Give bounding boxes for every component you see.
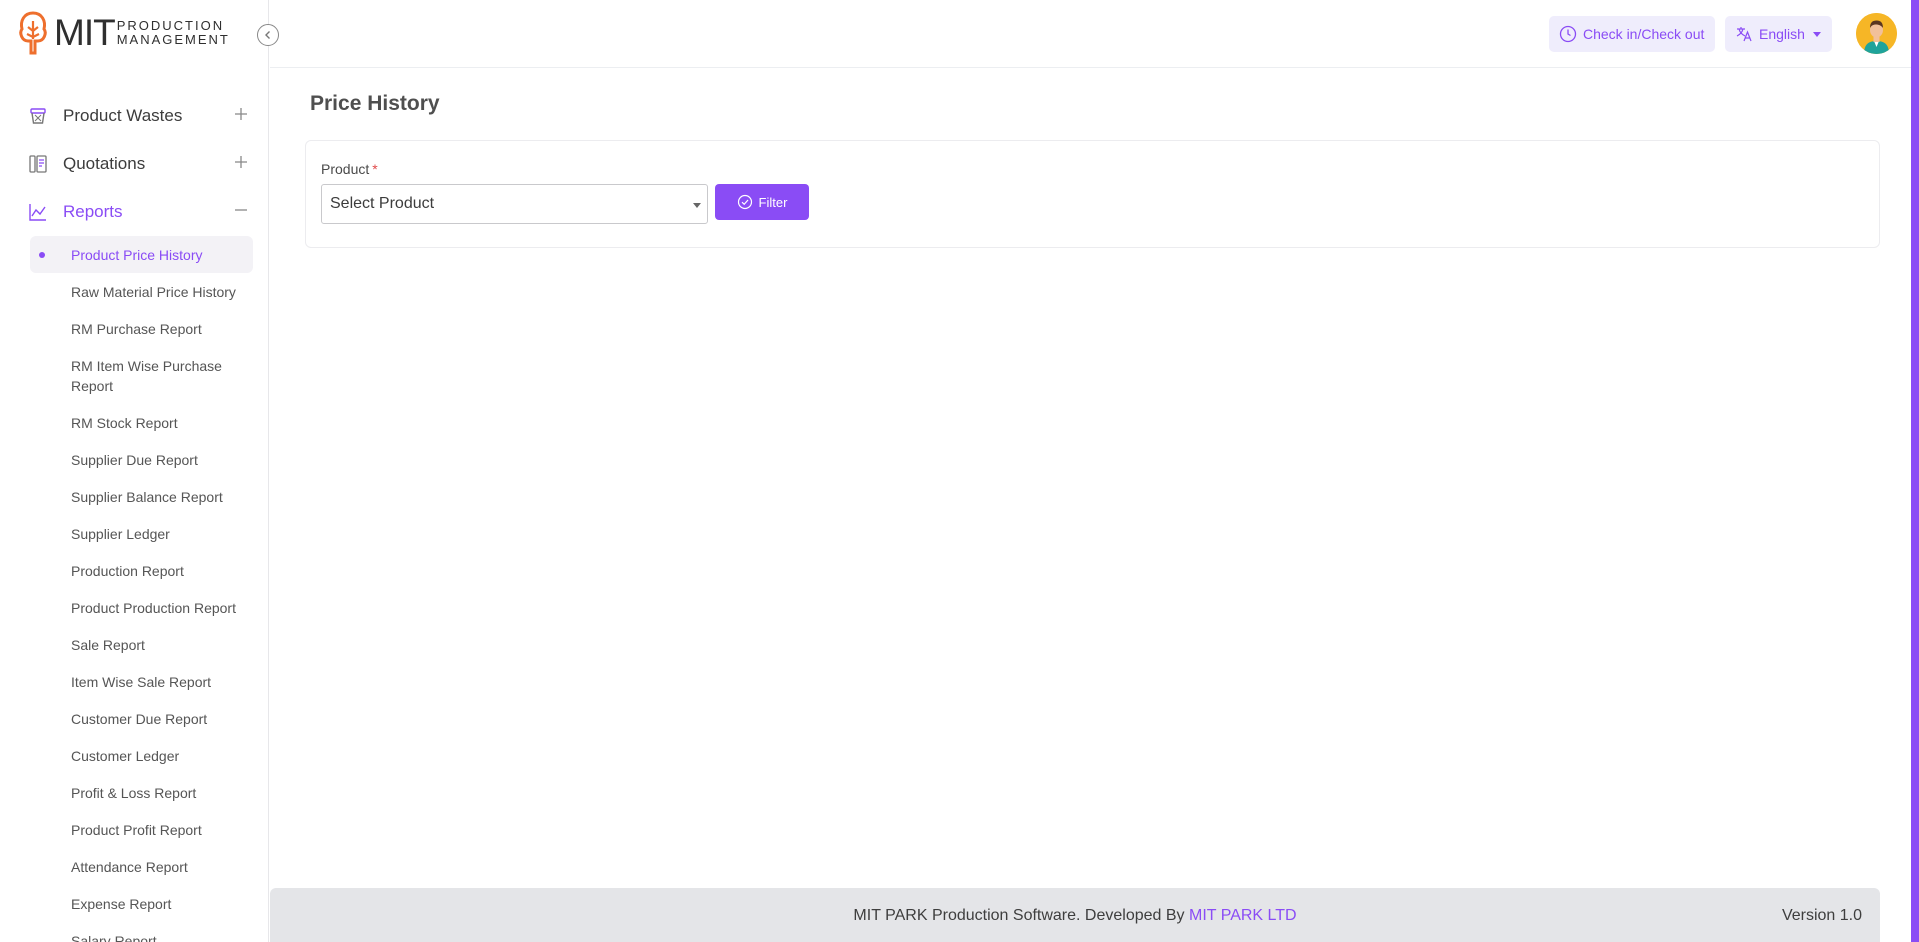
filter-card: Product * Select Product Filter [305, 140, 1880, 248]
logo-mit-text: MIT [54, 12, 116, 53]
sidebar-group-reports[interactable]: Reports [0, 188, 268, 236]
sidebar-item-customer-ledger[interactable]: Customer Ledger [0, 737, 268, 774]
minus-icon [235, 209, 247, 211]
sidebar-item-label: Expense Report [71, 895, 172, 912]
sidebar-group-label: Product Wastes [63, 106, 183, 125]
chart-icon [28, 202, 48, 222]
sidebar-group-label: Reports [63, 202, 123, 221]
sidebar-item-label: Attendance Report [71, 858, 188, 875]
sidebar-item-supplier-due-report[interactable]: Supplier Due Report [0, 441, 268, 478]
sidebar-item-label: Salary Report [71, 932, 157, 942]
logo-subtitle: PRODUCTION MANAGEMENT [117, 19, 230, 47]
sidebar-item-label: Supplier Due Report [71, 451, 198, 468]
sidebar: MIT PRODUCTION MANAGEMENT Product Wastes… [0, 0, 269, 942]
sidebar-item-rm-item-wise-purchase-report[interactable]: RM Item Wise Purchase Report [0, 347, 268, 404]
right-accent-bar [1911, 0, 1919, 942]
product-select-value: Select Product [330, 195, 435, 212]
person-avatar-icon [1856, 13, 1897, 54]
page-footer: MIT PARK Production Software. Developed … [270, 888, 1880, 942]
sidebar-item-attendance-report[interactable]: Attendance Report [0, 848, 268, 885]
sidebar-item-supplier-ledger[interactable]: Supplier Ledger [0, 515, 268, 552]
sidebar-item-label: Sale Report [71, 636, 145, 653]
active-dot-icon [39, 252, 45, 258]
sidebar-item-production-report[interactable]: Production Report [0, 552, 268, 589]
product-label-text: Product [321, 161, 370, 177]
sidebar-item-label: RM Purchase Report [71, 320, 202, 337]
filter-button-label: Filter [758, 194, 788, 210]
sidebar-item-sale-report[interactable]: Sale Report [0, 626, 268, 663]
sidebar-item-label: Customer Due Report [71, 710, 208, 727]
sidebar-item-product-price-history[interactable]: Product Price History [30, 236, 253, 273]
sidebar-group-product-wastes[interactable]: Product Wastes [0, 92, 268, 140]
sidebar-item-label: Production Report [71, 562, 184, 579]
sidebar-item-label: Product Production Report [71, 599, 236, 616]
sidebar-item-label: Supplier Ledger [71, 525, 170, 542]
footer-developer-link[interactable]: MIT PARK LTD [1189, 907, 1297, 924]
sidebar-item-label: Product Profit Report [71, 821, 202, 838]
caret-down-icon [1812, 31, 1821, 37]
document-icon [28, 154, 48, 174]
sidebar-item-supplier-balance-report[interactable]: Supplier Balance Report [0, 478, 268, 515]
clock-icon [1559, 25, 1577, 43]
check-in-out-button[interactable]: Check in/Check out [1549, 16, 1715, 52]
sidebar-item-customer-due-report[interactable]: Customer Due Report [0, 700, 268, 737]
sidebar-item-salary-report[interactable]: Salary Report [0, 922, 268, 942]
basket-icon [28, 106, 48, 126]
sidebar-item-label: RM Stock Report [71, 414, 178, 431]
check-circle-icon [737, 194, 752, 210]
language-dropdown[interactable]: English [1725, 16, 1832, 52]
footer-credit: MIT PARK Production Software. Developed … [270, 907, 1880, 925]
filter-button[interactable]: Filter [715, 184, 809, 220]
sidebar-item-label: Item Wise Sale Report [71, 673, 212, 690]
top-header: Check in/Check out English [270, 0, 1919, 68]
page-title: Price History [310, 92, 440, 115]
sidebar-item-product-production-report[interactable]: Product Production Report [0, 589, 268, 626]
sidebar-group-label: Quotations [63, 154, 146, 173]
sidebar-item-product-profit-report[interactable]: Product Profit Report [0, 811, 268, 848]
sidebar-collapse-button[interactable] [257, 24, 279, 46]
sidebar-item-rm-stock-report[interactable]: RM Stock Report [0, 404, 268, 441]
product-field-label: Product * [321, 161, 378, 177]
sidebar-item-label: Customer Ledger [71, 747, 180, 764]
select-arrow-icon [693, 203, 701, 208]
version-label: Version 1.0 [1781, 907, 1862, 924]
plus-icon [235, 156, 247, 168]
sidebar-item-label: Product Price History [71, 246, 203, 263]
app-logo[interactable]: MIT PRODUCTION MANAGEMENT [16, 8, 230, 58]
logo-line-1: PRODUCTION [116, 18, 225, 33]
sidebar-item-label: Profit & Loss Report [71, 784, 197, 801]
required-marker: * [372, 161, 378, 177]
sidebar-group-quotations[interactable]: Quotations [0, 140, 268, 188]
chevron-left-icon [265, 31, 270, 39]
tree-logo-icon [19, 11, 47, 55]
logo-line-2: MANAGEMENT [116, 32, 230, 47]
sidebar-item-label: RM Item Wise Purchase Report [71, 357, 222, 394]
footer-credit-text: MIT PARK Production Software. Developed … [853, 907, 1185, 924]
translate-icon [1736, 27, 1752, 42]
sidebar-item-raw-material-price-history[interactable]: Raw Material Price History [0, 273, 268, 310]
plus-icon [235, 108, 247, 120]
sidebar-item-expense-report[interactable]: Expense Report [0, 885, 268, 922]
sidebar-item-label: Raw Material Price History [71, 283, 236, 300]
sidebar-item-item-wise-sale-report[interactable]: Item Wise Sale Report [0, 663, 268, 700]
sidebar-menu: Product Wastes Quotations Reports Produc… [0, 92, 268, 942]
sidebar-item-profit-loss-report[interactable]: Profit & Loss Report [0, 774, 268, 811]
sidebar-item-label: Supplier Balance Report [71, 488, 223, 505]
sidebar-item-rm-purchase-report[interactable]: RM Purchase Report [0, 310, 268, 347]
check-in-out-label: Check in/Check out [1583, 26, 1705, 42]
reports-submenu: Product Price History Raw Material Price… [0, 236, 268, 942]
user-avatar[interactable] [1856, 13, 1897, 54]
language-label: English [1759, 26, 1805, 42]
product-select[interactable]: Select Product [321, 184, 708, 224]
